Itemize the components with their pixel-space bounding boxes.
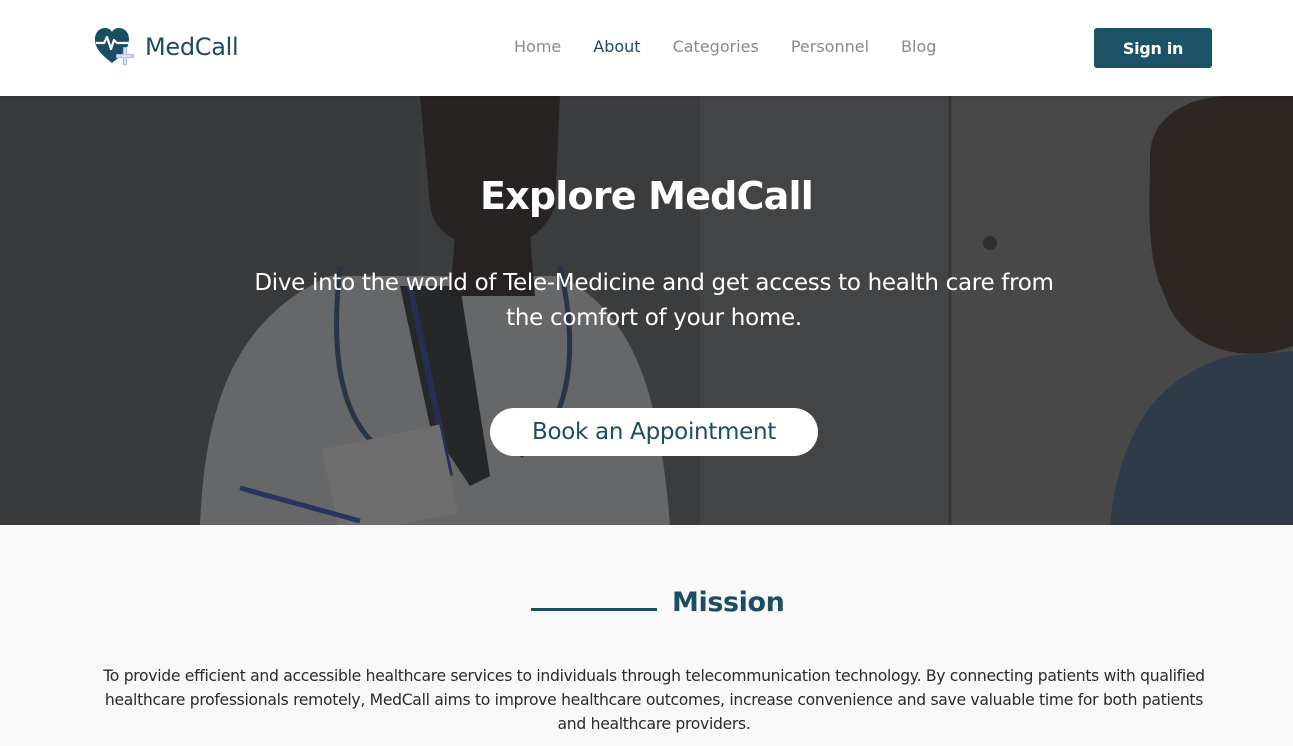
hero-subtitle: Dive into the world of Tele-Medicine and…: [254, 270, 1054, 331]
nav-blog[interactable]: Blog: [901, 36, 936, 58]
hero-section: Explore MedCall Dive into the world of T…: [0, 96, 1293, 525]
mission-section: Mission To provide efficient and accessi…: [0, 525, 1293, 746]
nav-personnel[interactable]: Personnel: [791, 36, 869, 58]
navbar: MedCall Home About Categories Personnel …: [0, 0, 1293, 96]
book-appointment-button[interactable]: Book an Appointment: [490, 408, 818, 456]
mission-text: To provide efficient and accessible heal…: [103, 667, 1205, 733]
nav-categories[interactable]: Categories: [673, 36, 759, 58]
mission-title: Mission: [672, 587, 785, 618]
hero-title: Explore MedCall: [480, 174, 814, 218]
heart-pulse-plus-icon: [95, 27, 147, 67]
nav-home[interactable]: Home: [514, 36, 561, 58]
mission-divider: [531, 608, 657, 611]
main-nav: Home About Categories Personnel Blog: [514, 36, 936, 58]
sign-in-button[interactable]: Sign in: [1094, 28, 1212, 68]
nav-about[interactable]: About: [593, 36, 640, 58]
brand-name: MedCall: [145, 33, 239, 61]
brand-logo[interactable]: MedCall: [95, 27, 239, 67]
